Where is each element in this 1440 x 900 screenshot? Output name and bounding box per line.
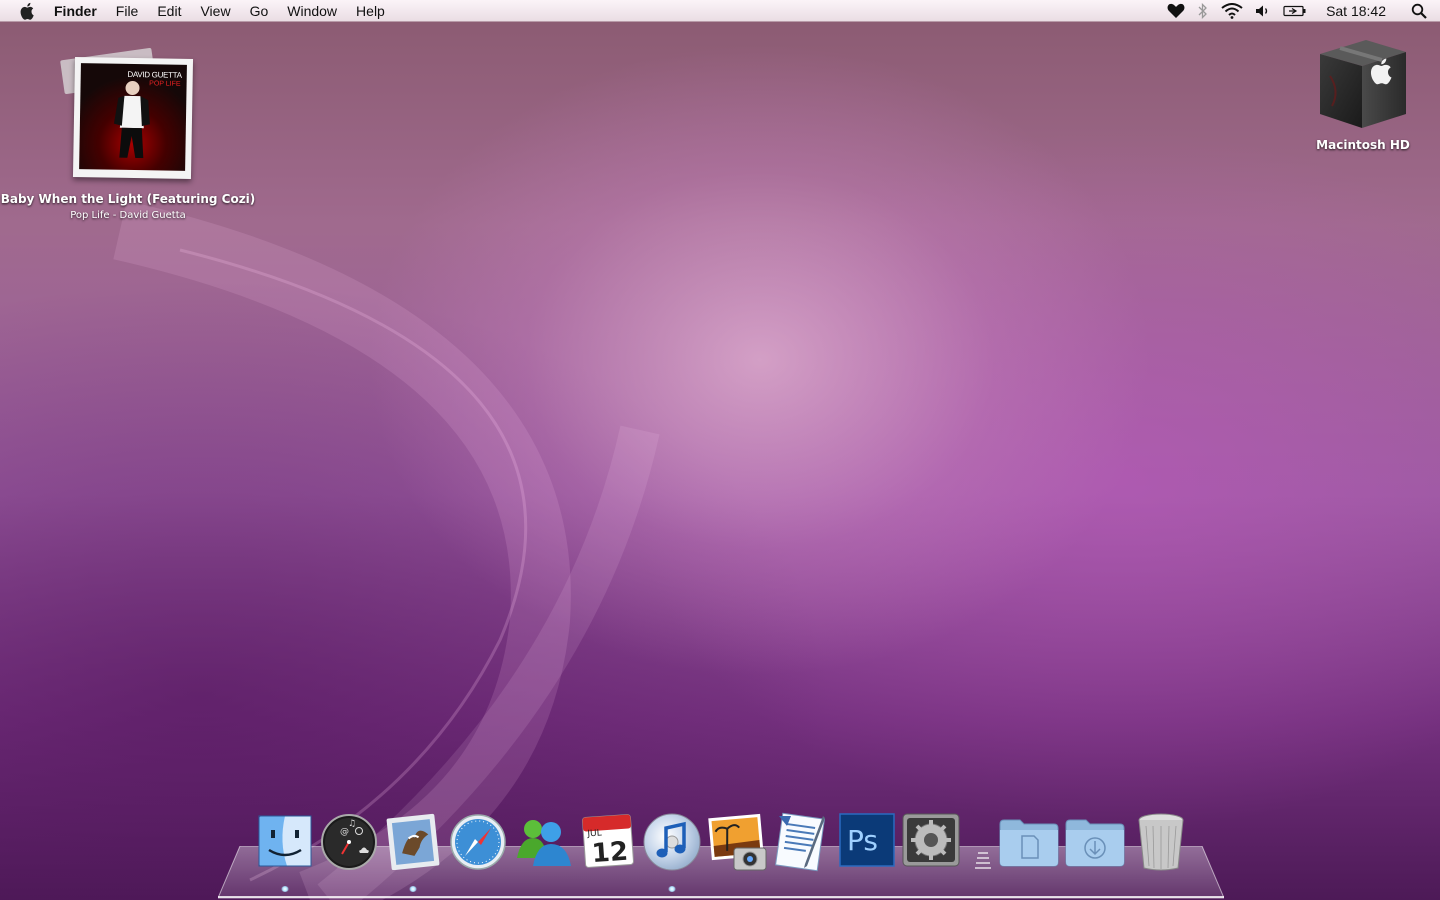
apple-icon[interactable] [17, 0, 39, 22]
dock-mail[interactable] [382, 812, 444, 892]
safari-icon [450, 814, 506, 870]
svg-text:♫: ♫ [348, 819, 356, 829]
dock-itunes[interactable] [641, 812, 703, 892]
itunes-icon [643, 813, 701, 871]
now-playing-subtitle: Pop Life - David Guetta [70, 210, 186, 221]
mail-icon [386, 813, 440, 870]
dock-safari[interactable] [447, 812, 509, 882]
photoshop-label: Ps [847, 824, 878, 857]
volume-icon[interactable] [1248, 0, 1278, 22]
spotlight-search-icon[interactable] [1404, 0, 1434, 22]
album-artist-text: DAVID GUETTA [127, 69, 182, 80]
textedit-icon [775, 812, 825, 872]
photoshop-icon: Ps [839, 813, 895, 867]
hard-drive-box-icon [1320, 40, 1406, 128]
macintosh-hd-desktop-icon[interactable]: Macintosh HD [1300, 36, 1426, 160]
iphoto-icon [708, 813, 767, 871]
menu-finder[interactable]: Finder [54, 3, 97, 19]
running-indicator [668, 886, 676, 892]
menu-window[interactable]: Window [287, 3, 337, 19]
now-playing-track: Baby When the Light (Featuring Cozi) [0, 192, 256, 206]
dock-system-preferences[interactable] [900, 812, 962, 882]
dock-photoshop[interactable]: Ps [836, 812, 898, 882]
ical-icon: JUL 12 [582, 814, 634, 869]
dock-separator [968, 812, 998, 882]
documents-folder-icon [999, 819, 1059, 867]
heart-icon[interactable] [1162, 0, 1190, 22]
dock-messenger[interactable] [512, 812, 574, 882]
menu-view[interactable]: View [200, 3, 230, 19]
bluetooth-icon[interactable] [1190, 0, 1216, 22]
menu-go[interactable]: Go [250, 3, 269, 19]
menu-help[interactable]: Help [356, 3, 385, 19]
dock-textedit[interactable] [771, 812, 833, 882]
menu-file[interactable]: File [116, 3, 139, 19]
running-indicator [409, 886, 417, 892]
trash-icon [1138, 813, 1184, 871]
now-playing-widget[interactable]: DAVID GUETTA POP LIFE Baby When the Ligh… [0, 47, 256, 230]
ical-day: 12 [591, 837, 629, 869]
finder-icon [258, 815, 312, 867]
menu-bar: Finder File Edit View Go Window Help Sat… [0, 0, 1440, 22]
dock-iphoto[interactable] [706, 812, 768, 882]
wifi-icon[interactable] [1216, 0, 1248, 22]
menu-edit[interactable]: Edit [157, 3, 181, 19]
macintosh-hd-label: Macintosh HD [1316, 138, 1410, 152]
running-indicator [281, 886, 289, 892]
dashboard-icon: @ ♫ [321, 814, 377, 870]
dock-documents-stack[interactable] [998, 812, 1060, 882]
dock-dashboard[interactable]: @ ♫ [318, 812, 380, 882]
artist-photo [113, 80, 150, 159]
dock-finder[interactable] [254, 812, 316, 892]
album-art: DAVID GUETTA POP LIFE [79, 63, 187, 171]
battery-icon[interactable] [1278, 0, 1312, 22]
album-title-text: POP LIFE [149, 80, 181, 88]
menubar-clock[interactable]: Sat 18:42 [1326, 3, 1386, 19]
system-preferences-icon [902, 813, 960, 867]
album-cover: DAVID GUETTA POP LIFE [72, 56, 194, 180]
dock-trash[interactable] [1130, 812, 1192, 882]
dock: @ ♫ JUL 12 Ps [250, 812, 1200, 892]
dock-downloads-stack[interactable] [1064, 812, 1126, 882]
downloads-folder-icon [1065, 819, 1125, 867]
dock-ical[interactable]: JUL 12 [577, 812, 639, 882]
messenger-icon [517, 820, 571, 866]
